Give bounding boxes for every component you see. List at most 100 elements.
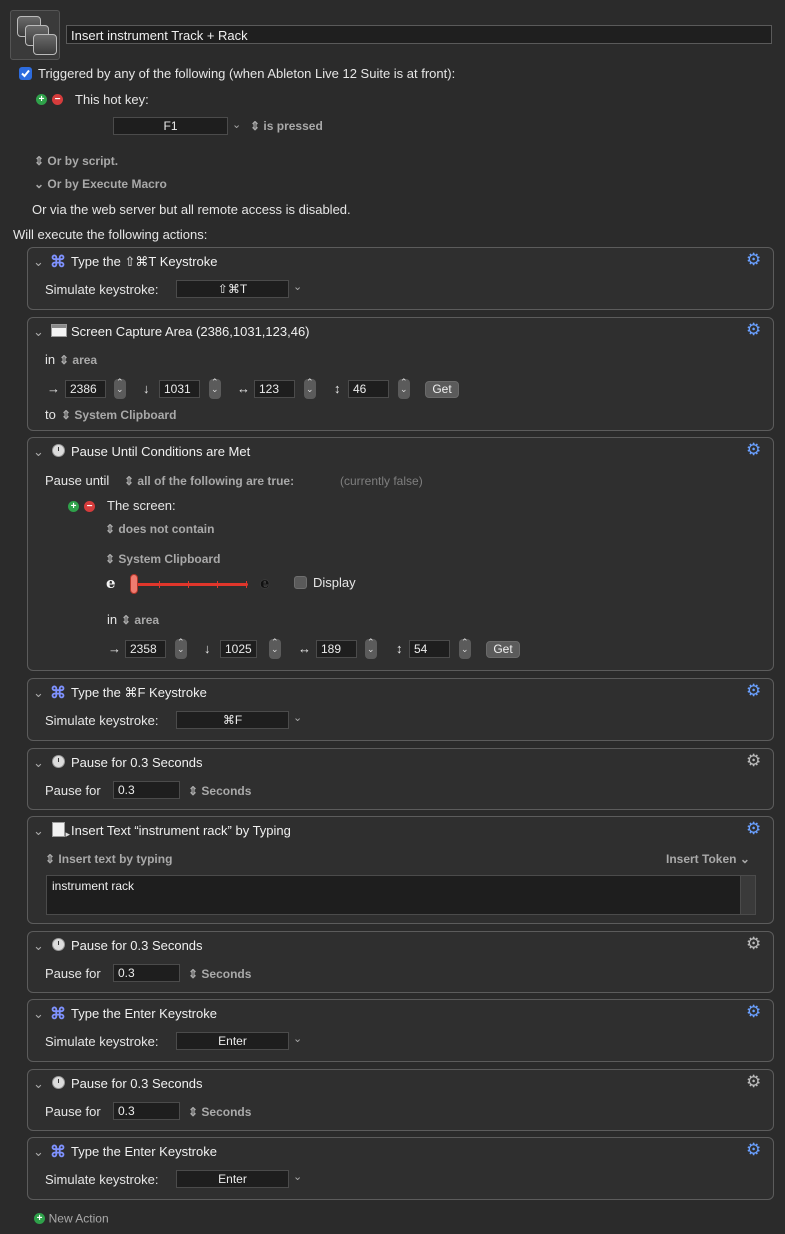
keystroke-field[interactable]: Enter: [176, 1170, 289, 1188]
action-title: Type the ⇧⌘T Keystroke: [71, 254, 218, 269]
gear-icon[interactable]: ⚙: [746, 819, 761, 839]
macro-icon[interactable]: [10, 10, 60, 60]
keystroke-field[interactable]: ⇧⌘T: [176, 280, 289, 298]
time-unit-select[interactable]: ⇕ Seconds: [188, 1105, 251, 1119]
y-field[interactable]: 1025: [220, 640, 257, 658]
action-pause[interactable]: ⌄ Pause for 0.3 Seconds ⚙ Pause for 0.3 …: [27, 931, 774, 993]
gear-icon[interactable]: ⚙: [746, 1072, 761, 1092]
area-select[interactable]: ⇕ area: [59, 353, 97, 367]
width-field[interactable]: 123: [254, 380, 295, 398]
gear-icon[interactable]: ⚙: [746, 1002, 761, 1022]
y-stepper[interactable]: [269, 637, 281, 659]
x-stepper[interactable]: [114, 377, 126, 399]
action-title: Pause for 0.3 Seconds: [71, 755, 203, 770]
action-pause[interactable]: ⌄ Pause for 0.3 Seconds ⚙ Pause for 0.3 …: [27, 748, 774, 810]
height-field[interactable]: 54: [409, 640, 450, 658]
action-type-keystroke[interactable]: ⌄ ⌘ Type the ⌘F Keystroke ⚙ Simulate key…: [27, 678, 774, 741]
time-unit-select[interactable]: ⇕ Seconds: [188, 784, 251, 798]
keystroke-field[interactable]: ⌘F: [176, 711, 289, 729]
or-by-script-select[interactable]: ⇕ Or by script.: [34, 154, 118, 168]
macro-name-field[interactable]: Insert instrument Track + Rack: [66, 25, 772, 44]
add-condition-icon[interactable]: +: [68, 501, 79, 512]
action-type-keystroke[interactable]: ⌄ ⌘ Type the Enter Keystroke ⚙ Simulate …: [27, 999, 774, 1062]
command-icon: ⌘: [50, 254, 66, 271]
remove-trigger-icon[interactable]: −: [52, 94, 63, 105]
pause-duration-field[interactable]: 0.3: [113, 964, 180, 982]
chevron-down-icon[interactable]: ⌄: [33, 1006, 44, 1022]
get-button[interactable]: Get: [486, 641, 520, 658]
condition-mode-select[interactable]: ⇕ all of the following are true:: [124, 474, 294, 488]
gear-icon[interactable]: ⚙: [746, 751, 761, 771]
height-stepper[interactable]: [459, 637, 471, 659]
pause-duration-field[interactable]: 0.3: [113, 1102, 180, 1120]
action-type-keystroke[interactable]: ⌄ ⌘ Type the Enter Keystroke ⚙ Simulate …: [27, 1137, 774, 1200]
chevron-down-icon[interactable]: ⌄: [293, 711, 302, 724]
action-type-keystroke[interactable]: ⌄ ⌘ Type the ⇧⌘T Keystroke ⚙ Simulate ke…: [27, 247, 774, 310]
width-arrow-icon: ↔: [237, 381, 250, 396]
y-field[interactable]: 1031: [159, 380, 200, 398]
action-pause-until[interactable]: ⌄ Pause Until Conditions are Met ⚙ Pause…: [27, 437, 774, 671]
image-source-select[interactable]: ⇕ System Clipboard: [105, 552, 220, 566]
action-pause[interactable]: ⌄ Pause for 0.3 Seconds ⚙ Pause for 0.3 …: [27, 1069, 774, 1131]
gear-icon[interactable]: ⚙: [746, 440, 761, 460]
height-stepper[interactable]: [398, 377, 410, 399]
scrollbar[interactable]: [740, 876, 755, 914]
insert-token-menu[interactable]: Insert Token ⌄: [666, 852, 750, 866]
keystroke-field[interactable]: Enter: [176, 1032, 289, 1050]
or-by-execute-macro-toggle[interactable]: ⌄ Or by Execute Macro: [34, 177, 167, 191]
pause-duration-field[interactable]: 0.3: [113, 781, 180, 799]
chevron-down-icon[interactable]: ⌄: [33, 755, 44, 771]
insert-mode-select[interactable]: ⇕ Insert text by typing: [45, 852, 172, 866]
fuzz-slider[interactable]: [130, 574, 248, 594]
destination-select[interactable]: ⇕ System Clipboard: [61, 408, 176, 422]
width-stepper[interactable]: [304, 377, 316, 399]
gear-icon[interactable]: ⚙: [746, 320, 761, 340]
chevron-down-icon[interactable]: ⌄: [33, 254, 44, 270]
width-stepper[interactable]: [365, 637, 377, 659]
remove-condition-icon[interactable]: −: [84, 501, 95, 512]
chevron-down-icon[interactable]: ⌄: [33, 685, 44, 701]
gear-icon[interactable]: ⚙: [746, 681, 761, 701]
hotkey-mode-select[interactable]: ⇕ is pressed: [250, 119, 323, 133]
to-label: to: [45, 407, 56, 422]
chevron-down-icon[interactable]: ⌄: [232, 118, 241, 131]
x-field[interactable]: 2358: [125, 640, 166, 658]
x-stepper[interactable]: [175, 637, 187, 659]
get-button[interactable]: Get: [425, 381, 459, 398]
gear-icon[interactable]: ⚙: [746, 250, 761, 270]
chevron-down-icon[interactable]: ⌄: [33, 1144, 44, 1160]
actions-heading: Will execute the following actions:: [13, 227, 208, 242]
simulate-keystroke-label: Simulate keystroke:: [45, 713, 159, 728]
new-action-button[interactable]: + New Action: [34, 1210, 109, 1226]
contain-mode-select[interactable]: ⇕ does not contain: [105, 522, 214, 536]
chevron-down-icon[interactable]: ⌄: [33, 938, 44, 954]
chevron-down-icon[interactable]: ⌄: [293, 280, 302, 293]
chevron-down-icon[interactable]: ⌄: [33, 823, 44, 839]
gear-icon[interactable]: ⚙: [746, 934, 761, 954]
clock-icon: [52, 755, 65, 768]
gear-icon[interactable]: ⚙: [746, 1140, 761, 1160]
y-stepper[interactable]: [209, 377, 221, 399]
add-trigger-icon[interactable]: +: [36, 94, 47, 105]
clock-icon: [52, 444, 65, 457]
width-field[interactable]: 189: [316, 640, 357, 658]
area-select[interactable]: ⇕ area: [121, 613, 159, 627]
chevron-down-icon[interactable]: ⌄: [33, 1076, 44, 1092]
action-insert-text[interactable]: ⌄ Insert Text “instrument rack” by Typin…: [27, 816, 774, 924]
condition-state: (currently false): [340, 474, 423, 488]
chevron-down-icon[interactable]: ⌄: [33, 324, 44, 340]
time-unit-select[interactable]: ⇕ Seconds: [188, 967, 251, 981]
chevron-down-icon[interactable]: ⌄: [293, 1170, 302, 1183]
arrow-down-icon: ↓: [143, 381, 150, 396]
x-field[interactable]: 2386: [65, 380, 106, 398]
trigger-checkbox[interactable]: [19, 67, 32, 80]
slider-thumb[interactable]: [130, 574, 138, 594]
chevron-down-icon[interactable]: ⌄: [293, 1032, 302, 1045]
height-field[interactable]: 46: [348, 380, 389, 398]
text-to-insert[interactable]: instrument rack: [46, 875, 756, 915]
display-checkbox[interactable]: [294, 576, 307, 589]
action-screen-capture[interactable]: ⌄ Screen Capture Area (2386,1031,123,46)…: [27, 317, 774, 431]
fuzz-max-label: e: [260, 574, 270, 592]
chevron-down-icon[interactable]: ⌄: [33, 444, 44, 460]
hotkey-field[interactable]: F1: [113, 117, 228, 135]
